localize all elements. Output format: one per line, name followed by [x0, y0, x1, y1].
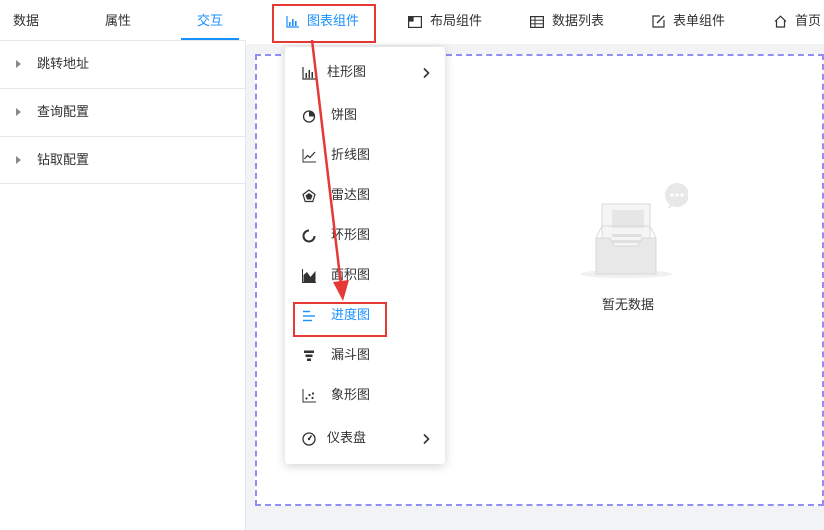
menu-item-area-chart[interactable]: 面积图: [285, 261, 445, 291]
chevron-right-icon: [423, 433, 430, 445]
home-icon: [774, 15, 787, 28]
funnel-icon: [304, 350, 314, 361]
annotation-highlight-box: [272, 4, 376, 43]
collapse-item-jump-address[interactable]: 跳转地址: [0, 41, 245, 89]
menu-item-line-chart[interactable]: 折线图: [285, 141, 445, 171]
menu-item-label: 仪表盘: [327, 431, 367, 446]
interaction-collapse-panel: 跳转地址 查询配置 钻取配置: [0, 41, 246, 184]
scatter-icon: [302, 389, 316, 403]
empty-inbox-icon: [580, 183, 689, 278]
menu-item-bar-chart[interactable]: 柱形图: [285, 58, 445, 88]
toolbar-item-label: 数据列表: [552, 14, 605, 29]
left-panel-body: [0, 183, 246, 530]
home-button[interactable]: 首页: [774, 12, 821, 32]
table-icon: [530, 15, 544, 28]
empty-state: 暂无数据: [572, 182, 692, 313]
radar-chart-icon: [302, 189, 316, 203]
data-list-button[interactable]: 数据列表: [530, 12, 604, 32]
pie-chart-icon: [302, 110, 316, 123]
menu-item-label: 漏斗图: [331, 348, 371, 363]
toolbar-item-label: 表单组件: [673, 14, 726, 29]
line-chart-icon: [302, 149, 316, 163]
collapse-item-label: 钻取配置: [37, 153, 90, 168]
left-panel-tabs: 数据 属性 交互: [0, 0, 246, 41]
collapse-item-label: 查询配置: [37, 105, 90, 120]
menu-item-pie-chart[interactable]: 饼图: [285, 101, 445, 131]
menu-item-label: 面积图: [331, 268, 371, 283]
ring-chart-icon: [302, 229, 316, 243]
menu-item-gauge-chart[interactable]: 仪表盘: [285, 424, 445, 454]
form-components-button[interactable]: 表单组件: [652, 12, 725, 32]
toolbar-item-label: 首页: [795, 14, 822, 29]
active-tab-indicator: [181, 38, 239, 40]
caret-right-icon: [16, 108, 21, 116]
empty-state-text: 暂无数据: [601, 298, 654, 313]
menu-item-label: 饼图: [331, 108, 358, 123]
annotation-highlight-box: [293, 302, 387, 337]
collapse-item-query-config[interactable]: 查询配置: [0, 89, 245, 137]
menu-item-funnel-chart[interactable]: 漏斗图: [285, 341, 445, 371]
layout-components-button[interactable]: 布局组件: [408, 12, 482, 32]
menu-item-label: 雷达图: [331, 188, 371, 203]
edit-icon: [652, 15, 665, 28]
chart-components-dropdown: 柱形图 饼图 折线图 雷达图 环形图 面积图 进度图 漏斗图 象形图 仪表盘: [285, 47, 445, 464]
caret-right-icon: [16, 156, 21, 164]
tab-interaction[interactable]: 交互: [184, 0, 236, 40]
gauge-icon: [302, 432, 316, 446]
tab-data[interactable]: 数据: [0, 0, 52, 40]
menu-item-pictorial-chart[interactable]: 象形图: [285, 381, 445, 411]
bar-chart-icon: [302, 67, 316, 80]
menu-item-radar-chart[interactable]: 雷达图: [285, 181, 445, 211]
chevron-right-icon: [423, 67, 430, 79]
layout-icon: [408, 15, 422, 28]
area-chart-icon: [302, 269, 316, 283]
caret-right-icon: [16, 60, 21, 68]
menu-item-label: 环形图: [331, 228, 371, 243]
menu-item-label: 象形图: [331, 388, 371, 403]
tab-properties[interactable]: 属性: [92, 0, 144, 40]
collapse-item-drill-config[interactable]: 钻取配置: [0, 137, 245, 184]
collapse-item-label: 跳转地址: [37, 57, 90, 72]
toolbar-item-label: 布局组件: [430, 14, 483, 29]
menu-item-label: 折线图: [331, 148, 371, 163]
menu-item-ring-chart[interactable]: 环形图: [285, 221, 445, 251]
menu-item-label: 柱形图: [327, 65, 367, 80]
